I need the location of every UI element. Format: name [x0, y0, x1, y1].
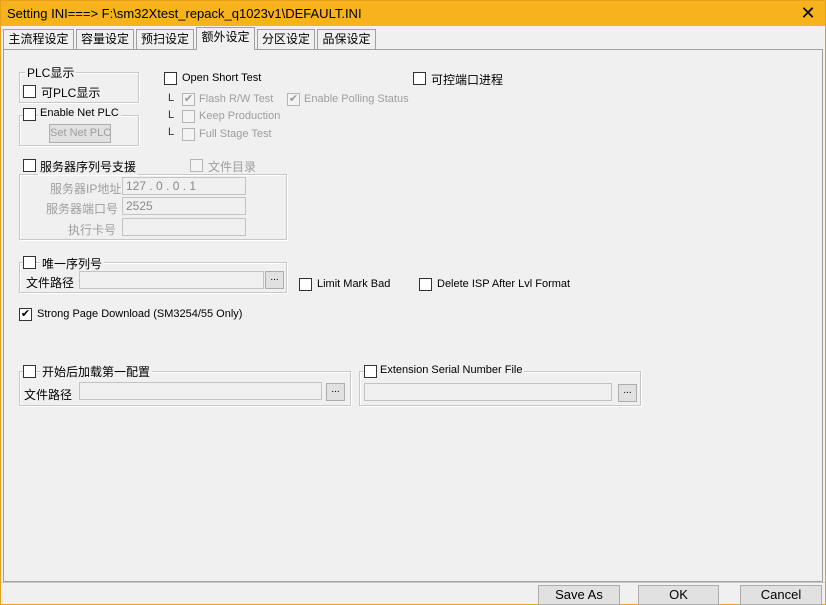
open-short-test-checkbox[interactable] — [164, 72, 177, 85]
title-bar[interactable]: Setting INI===> F:\sm32Xtest_repack_q102… — [1, 1, 825, 26]
plc-display-title: PLC显示 — [25, 64, 77, 81]
strong-page-download-checkbox[interactable]: ✔ — [19, 308, 32, 321]
tab-capacity[interactable]: 容量设定 — [76, 29, 134, 50]
keep-production-checkbox[interactable] — [182, 110, 195, 123]
unique-serial-checkbox[interactable] — [23, 256, 36, 269]
keep-production-label: Keep Production — [199, 110, 281, 122]
show-plc-checkbox[interactable] — [23, 85, 36, 98]
file-directory-checkbox[interactable] — [190, 159, 203, 172]
server-serial-support-label: 服务器序列号支援 — [38, 158, 139, 175]
card-number-label: 执行卡号 — [68, 223, 117, 237]
settings-window: Setting INI===> F:\sm32Xtest_repack_q102… — [0, 0, 826, 605]
show-plc-label: 可PLC显示 — [41, 86, 101, 100]
server-port-label: 服务器端口号 — [46, 202, 119, 216]
full-stage-test-checkbox[interactable] — [182, 128, 195, 141]
extension-serial-path-field[interactable] — [364, 383, 612, 401]
enable-polling-status-checkbox[interactable]: ✔ — [287, 93, 300, 106]
load-first-config-path-field[interactable] — [79, 382, 322, 400]
unique-serial-title: 唯一序列号 — [40, 255, 105, 272]
save-as-button[interactable]: Save As — [538, 585, 620, 605]
bottom-button-bar: Save As OK Cancel — [1, 582, 825, 605]
enable-net-plc-label: Enable Net PLC — [38, 107, 121, 119]
load-first-config-path-label: 文件路径 — [24, 388, 73, 402]
window-title: Setting INI===> F:\sm32Xtest_repack_q102… — [7, 6, 362, 21]
tree-connector: L — [168, 92, 175, 104]
enable-net-plc-checkbox[interactable] — [23, 108, 36, 121]
tab-partition[interactable]: 分区设定 — [257, 29, 315, 50]
delete-isp-label: Delete ISP After Lvl Format — [437, 278, 571, 290]
close-icon[interactable]: ✕ — [797, 3, 819, 23]
load-first-config-title: 开始后加载第一配置 — [40, 363, 153, 380]
extension-serial-checkbox[interactable] — [364, 365, 377, 378]
controllable-port-checkbox[interactable] — [413, 72, 426, 85]
server-ip-field[interactable]: 127 . 0 . 0 . 1 — [122, 177, 246, 195]
unique-serial-path-label: 文件路径 — [26, 276, 75, 290]
server-port-field[interactable]: 2525 — [122, 197, 246, 215]
flash-rw-test-checkbox[interactable]: ✔ — [182, 93, 195, 106]
tab-quality[interactable]: 品保设定 — [317, 29, 376, 50]
tab-prescan[interactable]: 预扫设定 — [136, 29, 194, 50]
strong-page-download-label: Strong Page Download (SM3254/55 Only) — [37, 308, 243, 320]
tree-connector: L — [168, 109, 175, 121]
limit-mark-bad-checkbox[interactable] — [299, 278, 312, 291]
limit-mark-bad-label: Limit Mark Bad — [317, 278, 391, 290]
load-first-config-checkbox[interactable] — [23, 365, 36, 378]
tab-main-flow[interactable]: 主流程设定 — [3, 29, 74, 50]
extension-serial-browse-button[interactable]: ... — [618, 384, 637, 402]
full-stage-test-label: Full Stage Test — [199, 128, 272, 140]
enable-polling-status-label: Enable Polling Status — [304, 93, 409, 105]
tab-extra[interactable]: 额外设定 — [196, 27, 255, 50]
cancel-button[interactable]: Cancel — [740, 585, 822, 605]
server-serial-support-checkbox[interactable] — [23, 159, 36, 172]
unique-serial-path-field[interactable] — [79, 271, 264, 289]
file-directory-label: 文件目录 — [208, 160, 257, 174]
set-net-plc-button[interactable]: Set Net PLC — [49, 124, 111, 143]
extension-serial-title: Extension Serial Number File — [378, 364, 525, 376]
open-short-test-label: Open Short Test — [182, 72, 262, 84]
load-first-config-browse-button[interactable]: ... — [326, 383, 345, 401]
ok-button[interactable]: OK — [638, 585, 719, 605]
unique-serial-browse-button[interactable]: ... — [265, 271, 284, 289]
extra-settings-panel: PLC显示 可PLC显示 Enable Net PLC Set Net PLC … — [3, 49, 823, 582]
delete-isp-checkbox[interactable] — [419, 278, 432, 291]
card-number-field[interactable] — [122, 218, 246, 236]
controllable-port-label: 可控端口进程 — [431, 73, 504, 87]
tab-strip: 主流程设定 容量设定 预扫设定 额外设定 分区设定 品保设定 — [3, 27, 823, 50]
server-ip-label: 服务器IP地址 — [50, 182, 122, 196]
tree-connector: L — [168, 126, 175, 138]
flash-rw-test-label: Flash R/W Test — [199, 93, 274, 105]
